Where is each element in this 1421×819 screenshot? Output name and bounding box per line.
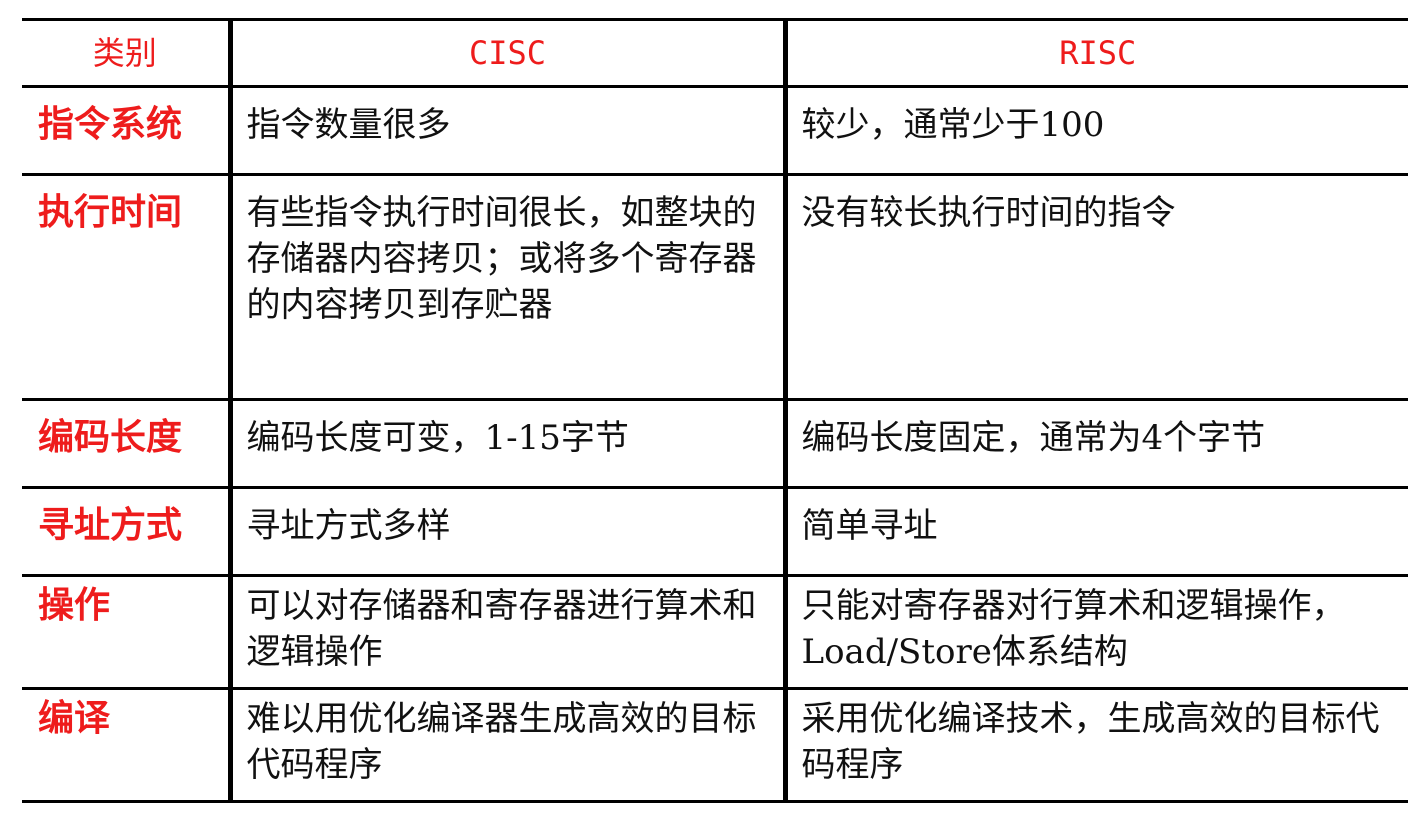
cisc-cell: 有些指令执行时间很长，如整块的存储器内容拷贝；或将多个寄存器的内容拷贝到存贮器 [227,173,785,401]
cisc-cell: 可以对存储器和寄存器进行算术和逻辑操作 [227,574,785,690]
row-category: 编译 [22,687,230,803]
header-category: 类别 [22,18,230,88]
risc-cell: 简单寻址 [782,486,1408,577]
cisc-risc-comparison-table: 类别 CISC RISC 指令系统 指令数量很多 较少，通常少于100 执行时间… [22,18,1408,803]
cisc-cell: 寻址方式多样 [227,486,785,577]
risc-cell: 较少，通常少于100 [782,85,1408,176]
cisc-cell: 难以用优化编译器生成高效的目标代码程序 [227,687,785,803]
table-row: 寻址方式 寻址方式多样 简单寻址 [22,486,1408,577]
row-category: 指令系统 [22,85,230,176]
comparison-table-container: 类别 CISC RISC 指令系统 指令数量很多 较少，通常少于100 执行时间… [22,18,1408,803]
header-row: 类别 CISC RISC [22,18,1408,88]
row-category: 操作 [22,574,230,690]
row-category: 寻址方式 [22,486,230,577]
table-row: 指令系统 指令数量很多 较少，通常少于100 [22,85,1408,176]
row-category: 执行时间 [22,173,230,401]
header-cisc: CISC [227,18,785,88]
cisc-cell: 编码长度可变，1-15字节 [227,398,785,489]
cisc-cell: 指令数量很多 [227,85,785,176]
table-row: 执行时间 有些指令执行时间很长，如整块的存储器内容拷贝；或将多个寄存器的内容拷贝… [22,173,1408,401]
header-risc: RISC [782,18,1408,88]
table-row: 编码长度 编码长度可变，1-15字节 编码长度固定，通常为4个字节 [22,398,1408,489]
table-row: 操作 可以对存储器和寄存器进行算术和逻辑操作 只能对寄存器对行算术和逻辑操作，L… [22,574,1408,690]
risc-cell: 没有较长执行时间的指令 [782,173,1408,401]
table-row: 编译 难以用优化编译器生成高效的目标代码程序 采用优化编译技术，生成高效的目标代… [22,687,1408,803]
risc-cell: 只能对寄存器对行算术和逻辑操作，Load/Store体系结构 [782,574,1408,690]
risc-cell: 采用优化编译技术，生成高效的目标代码程序 [782,687,1408,803]
row-category: 编码长度 [22,398,230,489]
risc-cell: 编码长度固定，通常为4个字节 [782,398,1408,489]
